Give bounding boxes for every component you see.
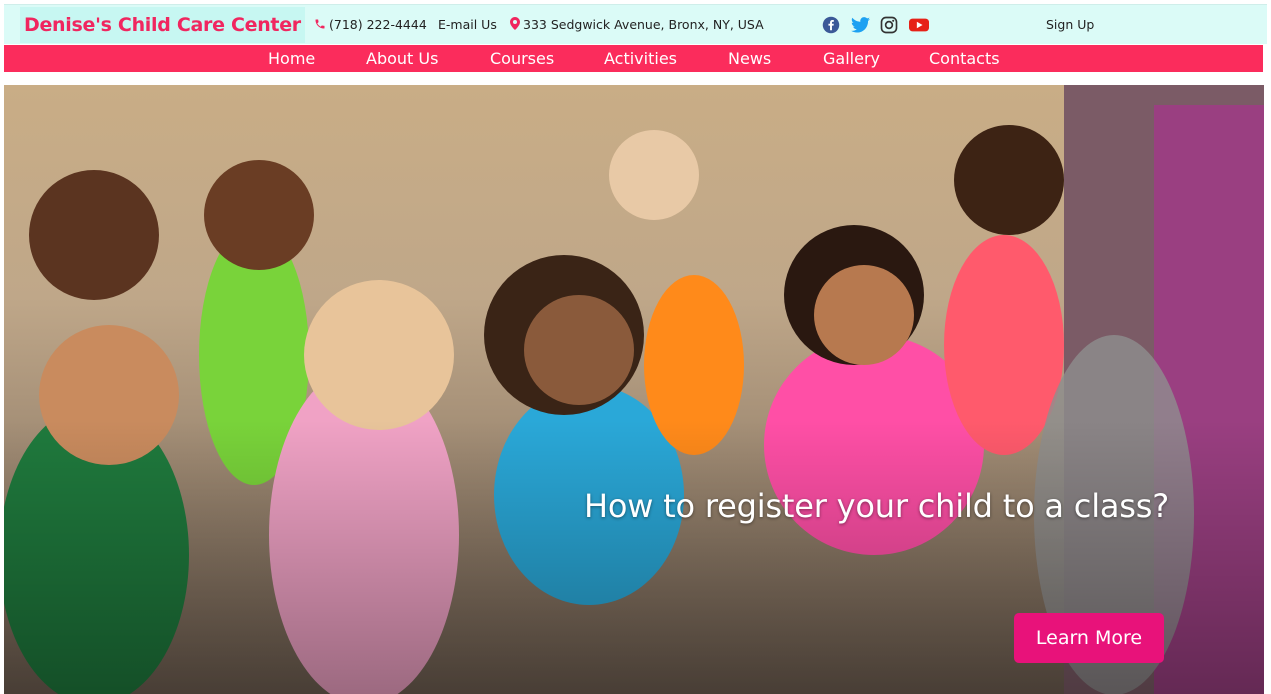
phone-number: (718) 222-4444 [329,17,427,32]
facebook-icon[interactable] [822,16,841,34]
learn-more-button[interactable]: Learn More [1014,613,1164,663]
top-bar: Denise's Child Care Center (718) 222-444… [4,4,1267,44]
email-link[interactable]: E-mail Us [438,5,497,45]
phone-icon [314,6,326,46]
instagram-icon[interactable] [880,16,899,34]
hero-headline: How to register your child to a class? [584,487,1170,525]
nav-item-gallery[interactable]: Gallery [823,45,880,72]
social-links [822,16,929,34]
nav-item-contacts[interactable]: Contacts [929,45,1000,72]
nav-item-activities[interactable]: Activities [604,45,677,72]
address-contact[interactable]: 333 Sedgwick Avenue, Bronx, NY, USA [510,5,764,45]
hero-image [4,85,1264,694]
phone-contact[interactable]: (718) 222-4444 [314,5,427,45]
nav-item-about-us[interactable]: About Us [366,45,438,72]
sign-up-link[interactable]: Sign Up [1046,5,1094,45]
nav-item-news[interactable]: News [728,45,771,72]
twitter-icon[interactable] [851,16,870,34]
nav-item-courses[interactable]: Courses [490,45,554,72]
map-pin-icon [510,6,520,46]
hero-banner: How to register your child to a class? L… [4,85,1264,694]
nav-item-home[interactable]: Home [268,45,315,72]
site-logo[interactable]: Denise's Child Care Center [20,7,305,43]
youtube-icon[interactable] [909,16,929,34]
main-nav: Home About Us Courses Activities News Ga… [4,45,1263,72]
address-text: 333 Sedgwick Avenue, Bronx, NY, USA [523,17,764,32]
